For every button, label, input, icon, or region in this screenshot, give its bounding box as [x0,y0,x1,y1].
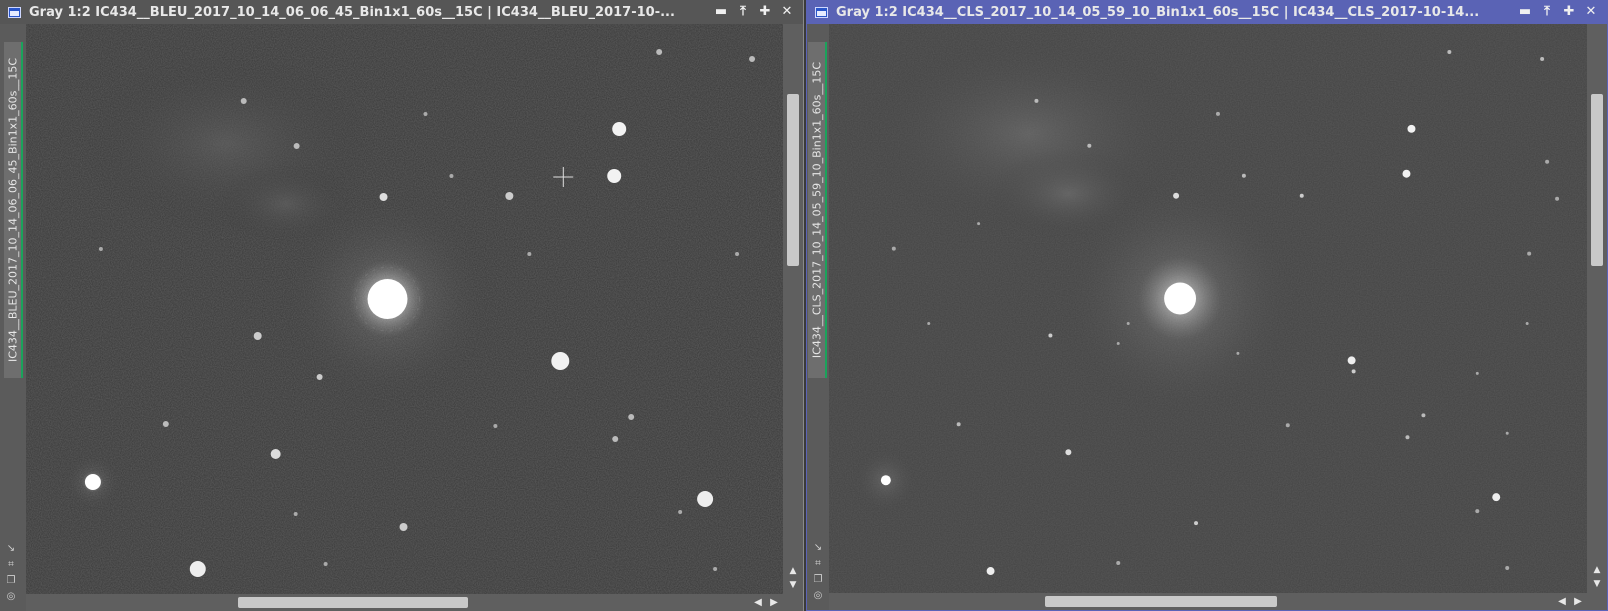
astro-image-bleu [26,24,783,594]
minimize-button[interactable]: ▬ [713,4,729,20]
shade-icon: ⤒ [740,4,746,19]
zoom-icon[interactable]: ⌗ [812,558,824,570]
scroll-down-arrow-icon[interactable]: ▼ [1587,577,1607,591]
close-button[interactable]: ✕ [779,4,795,20]
side-tab-strip: IC434__BLEU_2017_10_14_06_06_45_Bin1x1_6… [0,24,26,611]
maximize-icon: ✚ [759,4,771,19]
scroll-corner [1587,593,1607,610]
image-window-icon [815,6,828,18]
minimize-icon: ▬ [714,4,728,19]
scroll-left-arrow-icon[interactable]: ◀ [751,594,765,611]
vertical-scroll-thumb[interactable] [1591,94,1603,266]
shade-button[interactable]: ⤒ [735,4,751,20]
maximize-button[interactable]: ✚ [757,4,773,20]
scroll-down-arrow-icon[interactable]: ▼ [783,578,803,592]
view-identifier-tab[interactable]: IC434__BLEU_2017_10_14_06_06_45_Bin1x1_6… [4,42,23,378]
title-bar[interactable]: Gray 1:2 IC434__CLS_2017_10_14_05_59_10_… [807,0,1607,24]
fit-view-icon[interactable]: ↘ [5,543,17,555]
scroll-left-arrow-icon[interactable]: ◀ [1555,593,1569,610]
shade-button[interactable]: ⤒ [1539,4,1555,20]
title-bar[interactable]: Gray 1:2 IC434__BLEU_2017_10_14_06_06_45… [0,0,803,24]
image-window-right[interactable]: Gray 1:2 IC434__CLS_2017_10_14_05_59_10_… [806,0,1608,611]
astro-image-cls [829,24,1587,593]
zoom-icon[interactable]: ⌗ [5,559,17,571]
close-button[interactable]: ✕ [1583,4,1599,20]
close-icon: ✕ [781,4,793,19]
image-viewport[interactable] [26,24,783,594]
image-window-left[interactable]: Gray 1:2 IC434__BLEU_2017_10_14_06_06_45… [0,0,804,611]
minimize-button[interactable]: ▬ [1517,4,1533,20]
vertical-scrollbar[interactable]: ▲ ▼ [1587,24,1607,593]
fit-view-icon[interactable]: ↘ [812,542,824,554]
scroll-right-arrow-icon[interactable]: ▶ [767,594,781,611]
clone-icon[interactable]: ❐ [5,575,17,587]
clone-icon[interactable]: ❐ [812,574,824,586]
vertical-scrollbar[interactable]: ▲ ▼ [783,24,803,594]
image-window-icon [8,6,21,18]
vertical-scroll-thumb[interactable] [787,94,799,266]
view-identifier-tab[interactable]: IC434__CLS_2017_10_14_05_59_10_Bin1x1_60… [808,42,827,378]
horizontal-scroll-thumb[interactable] [238,597,468,608]
window-title: Gray 1:2 IC434__BLEU_2017_10_14_06_06_45… [29,4,675,20]
window-title: Gray 1:2 IC434__CLS_2017_10_14_05_59_10_… [836,4,1480,20]
view-identifier-label: IC434__BLEU_2017_10_14_06_06_45_Bin1x1_6… [6,57,19,363]
maximize-icon: ✚ [1563,4,1575,19]
maximize-button[interactable]: ✚ [1561,4,1577,20]
settings-icon[interactable]: ◎ [812,590,824,602]
shade-icon: ⤒ [1544,4,1550,19]
scroll-up-arrow-icon[interactable]: ▲ [1587,563,1607,577]
image-viewport[interactable] [829,24,1587,593]
horizontal-scroll-thumb[interactable] [1045,596,1277,607]
minimize-icon: ▬ [1518,4,1532,19]
horizontal-scrollbar[interactable]: ◀ ▶ [26,594,783,611]
scroll-up-arrow-icon[interactable]: ▲ [783,564,803,578]
settings-icon[interactable]: ◎ [5,591,17,603]
scroll-right-arrow-icon[interactable]: ▶ [1571,593,1585,610]
close-icon: ✕ [1585,4,1597,19]
side-tab-strip: IC434__CLS_2017_10_14_05_59_10_Bin1x1_60… [807,24,829,610]
horizontal-scrollbar[interactable]: ◀ ▶ [829,593,1587,610]
view-identifier-label: IC434__CLS_2017_10_14_05_59_10_Bin1x1_60… [810,61,823,359]
scroll-corner [783,594,803,611]
